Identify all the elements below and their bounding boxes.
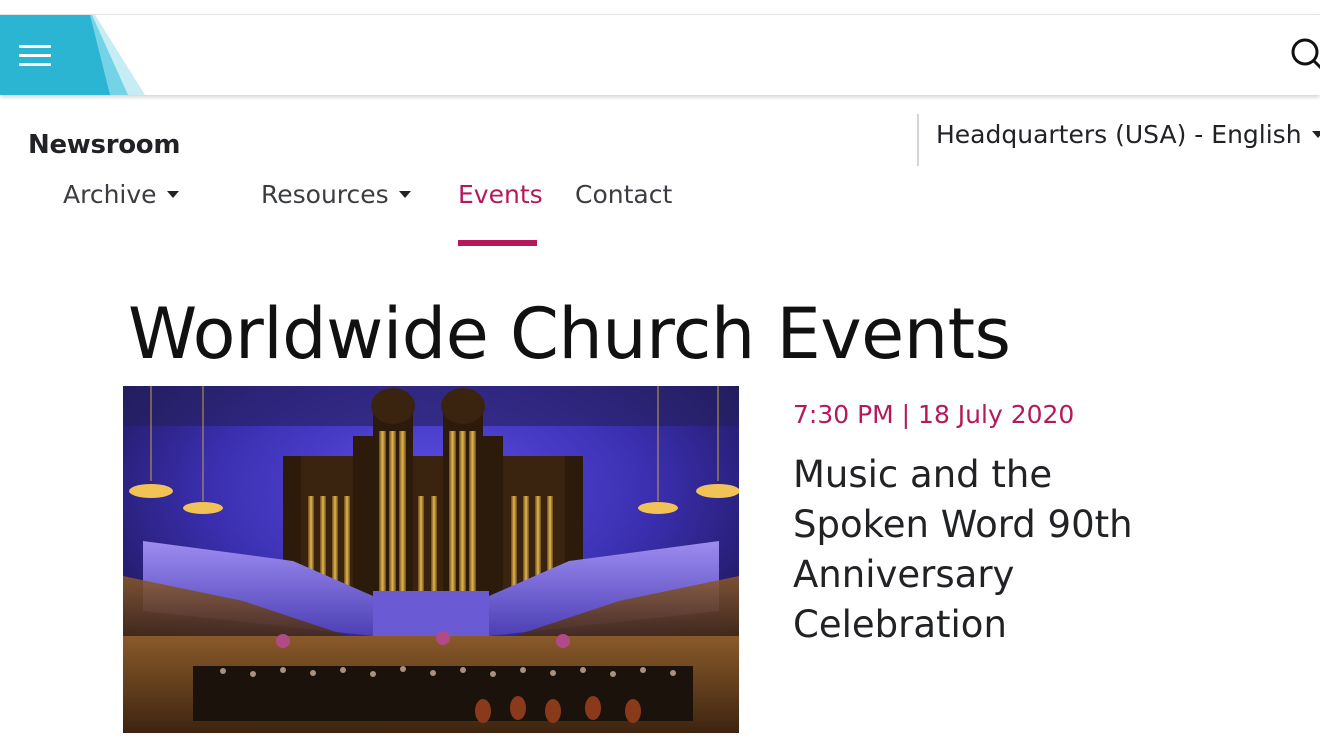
event-datetime: 7:30 PM | 18 July 2020 <box>793 400 1075 429</box>
region-label: Headquarters (USA) - English <box>936 120 1302 149</box>
nav-contact[interactable]: Contact <box>575 180 672 209</box>
event-title-link[interactable]: Music and the Spoken Word 90th Anniversa… <box>793 450 1173 650</box>
choir-photo <box>123 386 739 733</box>
nav-resources[interactable]: Resources <box>261 180 411 209</box>
hamburger-icon-line <box>19 62 51 66</box>
nav-archive[interactable]: Archive <box>63 180 179 209</box>
nav-archive-label: Archive <box>63 180 157 209</box>
hamburger-icon-line <box>19 44 51 48</box>
nav-resources-label: Resources <box>261 180 389 209</box>
caret-down-icon <box>1311 131 1320 138</box>
top-strip <box>0 0 1320 14</box>
caret-down-icon <box>166 191 179 198</box>
newsroom-title[interactable]: Newsroom <box>28 130 180 160</box>
caret-down-icon <box>398 191 411 198</box>
nav-events-label: Events <box>458 180 543 209</box>
menu-button[interactable] <box>10 37 60 73</box>
region-language-selector[interactable]: Headquarters (USA) - English <box>936 120 1320 149</box>
nav-active-underline <box>458 240 537 246</box>
search-button[interactable] <box>1290 37 1320 73</box>
nav-contact-label: Contact <box>575 180 673 209</box>
page-title: Worldwide Church Events <box>128 293 1011 375</box>
region-divider <box>917 114 919 166</box>
hamburger-icon-line <box>19 53 51 57</box>
event-image[interactable] <box>123 386 739 733</box>
top-bar <box>0 14 1320 95</box>
nav-events[interactable]: Events <box>458 180 543 209</box>
menu-tab <box>0 15 145 95</box>
search-icon <box>1291 38 1320 70</box>
